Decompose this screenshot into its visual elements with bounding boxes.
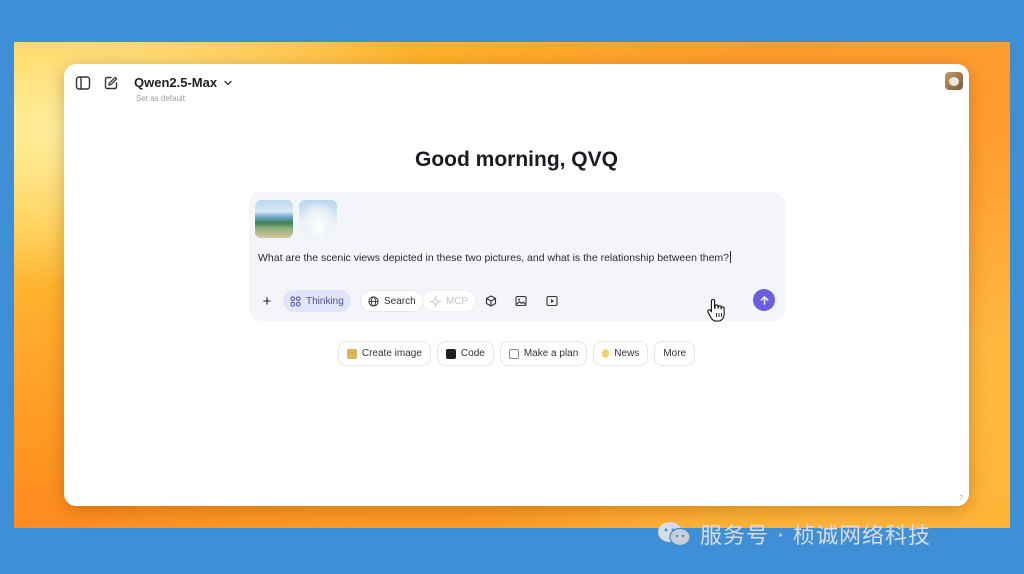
composer-toolbar: + Thinking Search MCP	[256, 289, 775, 312]
video-tool-button[interactable]	[541, 290, 563, 312]
help-icon[interactable]: ?	[959, 495, 963, 502]
avatar[interactable]	[945, 72, 963, 90]
lightbulb-icon	[602, 349, 610, 358]
wechat-icon	[658, 522, 691, 547]
model-selector[interactable]: Qwen2.5-Max	[134, 75, 233, 90]
image-tool-button[interactable]	[510, 290, 532, 312]
cube-tool-button[interactable]	[480, 290, 502, 312]
chip-label: Code	[460, 348, 485, 359]
make-a-plan-chip[interactable]: Make a plan	[499, 341, 588, 366]
app-window: Qwen2.5-Max Set as default Good morning,…	[64, 64, 969, 506]
thinking-icon	[290, 295, 301, 307]
globe-icon	[368, 295, 379, 307]
calendar-icon	[508, 348, 519, 359]
attached-image-thumbnail[interactable]	[255, 200, 293, 238]
chip-label: Create image	[361, 348, 422, 359]
code-chip[interactable]: Code	[436, 341, 494, 366]
arrow-up-icon	[760, 295, 768, 305]
page-title: Good morning, QVQ	[415, 148, 618, 171]
thinking-toggle[interactable]: Thinking	[283, 290, 351, 312]
add-attachment-button[interactable]: +	[256, 290, 278, 312]
watermark: 服务号 · 桢诚网络科技	[656, 518, 931, 550]
terminal-icon	[445, 348, 456, 359]
set-as-default-link[interactable]: Set as default	[136, 94, 185, 103]
attached-image-thumbnail[interactable]	[299, 200, 337, 238]
sparkle-icon	[430, 295, 441, 307]
new-chat-icon[interactable]	[100, 72, 122, 94]
search-label: Search	[384, 295, 416, 307]
news-chip[interactable]: News	[593, 341, 649, 366]
search-toggle[interactable]: Search	[360, 290, 424, 312]
sidebar-toggle-icon[interactable]	[72, 72, 94, 94]
model-name-label: Qwen2.5-Max	[134, 75, 218, 90]
suggestion-chips: Create image Code Make a plan News More	[64, 341, 969, 366]
image-icon	[515, 295, 527, 307]
chip-label: News	[614, 348, 640, 359]
chevron-down-icon	[224, 80, 232, 85]
prompt-input[interactable]: What are the scenic views depicted in th…	[258, 251, 731, 264]
more-chip[interactable]: More	[654, 341, 696, 366]
watermark-text: 服务号 · 桢诚网络科技	[700, 524, 931, 549]
chip-label: Make a plan	[523, 348, 579, 359]
create-image-chip[interactable]: Create image	[337, 341, 431, 366]
mcp-toggle[interactable]: MCP	[422, 290, 477, 312]
plus-icon: +	[262, 292, 272, 310]
send-button[interactable]	[753, 289, 775, 311]
palette-icon	[346, 348, 357, 359]
top-bar: Qwen2.5-Max Set as default	[64, 64, 969, 110]
video-icon	[546, 295, 558, 307]
thinking-label: Thinking	[306, 295, 344, 307]
hand-cursor-icon	[707, 298, 725, 322]
mcp-label: MCP	[446, 295, 469, 307]
chip-label: More	[663, 348, 687, 359]
cube-icon	[485, 295, 497, 307]
